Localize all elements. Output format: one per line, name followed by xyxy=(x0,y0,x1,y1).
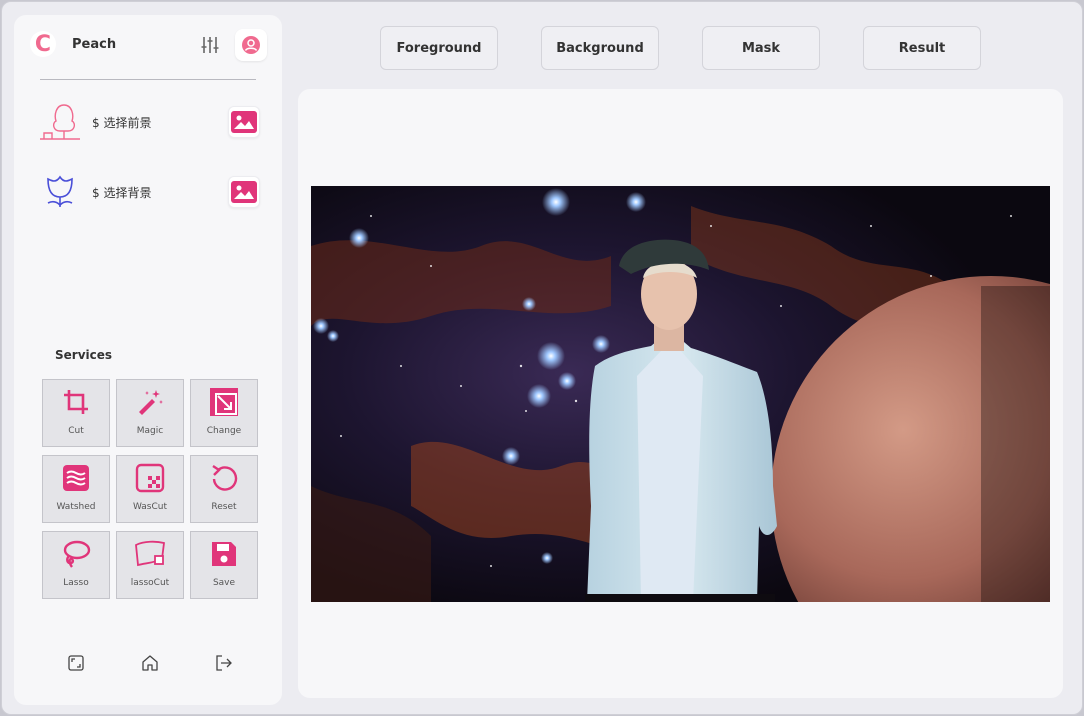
service-cut-button[interactable]: Cut xyxy=(42,379,110,447)
dashed-crop-icon xyxy=(134,462,166,494)
tab-result[interactable]: Result xyxy=(863,26,981,70)
service-lasso-button[interactable]: Lasso xyxy=(42,531,110,599)
service-label: Change xyxy=(206,426,242,436)
select-background-row: $ 选择背景 xyxy=(38,171,260,213)
service-change-button[interactable]: Change xyxy=(190,379,258,447)
app-window: C Peach $ 选择前景 $ 选择背景 Services Cut Magic… xyxy=(1,1,1083,715)
services-title: Services xyxy=(55,348,113,362)
brand: C Peach xyxy=(30,31,116,57)
service-reset-button[interactable]: Reset xyxy=(190,455,258,523)
peach-logo-icon: C xyxy=(30,31,56,57)
crop-icon xyxy=(60,386,92,418)
service-save-button[interactable]: Save xyxy=(190,531,258,599)
select-background-button[interactable] xyxy=(228,176,260,208)
app-name: Peach xyxy=(72,36,117,52)
sliders-icon xyxy=(201,37,219,53)
lotus-icon xyxy=(38,171,82,213)
select-background-label: $ 选择背景 xyxy=(92,185,152,200)
reset-icon xyxy=(208,462,240,494)
service-label: lassoCut xyxy=(130,578,170,588)
service-watshed-button[interactable]: Watshed xyxy=(42,455,110,523)
service-label: Lasso xyxy=(63,578,89,588)
service-label: Save xyxy=(212,578,236,588)
bottom-nav xyxy=(64,651,236,675)
services-grid: Cut Magic Change Watshed WasCut Reset La… xyxy=(42,379,258,599)
service-label: Cut xyxy=(68,426,84,436)
image-icon xyxy=(231,111,257,133)
service-label: Reset xyxy=(211,502,237,512)
tab-foreground[interactable]: Foreground xyxy=(380,26,498,70)
service-label: Magic xyxy=(136,426,164,436)
result-image xyxy=(311,186,1050,602)
tab-mask[interactable]: Mask xyxy=(702,26,820,70)
sidebar-divider xyxy=(40,79,256,80)
logout-icon[interactable] xyxy=(212,651,236,675)
select-foreground-row: $ 选择前景 xyxy=(38,101,260,143)
service-label: Watshed xyxy=(56,502,96,512)
select-foreground-button[interactable] xyxy=(228,106,260,138)
magic-wand-icon xyxy=(134,386,166,418)
space-scene-with-person-image xyxy=(311,186,1050,602)
service-label: WasCut xyxy=(132,502,168,512)
home-icon[interactable] xyxy=(138,651,162,675)
select-foreground-label: $ 选择前景 xyxy=(92,115,152,130)
service-magic-button[interactable]: Magic xyxy=(116,379,184,447)
service-wascut-button[interactable]: WasCut xyxy=(116,455,184,523)
resize-icon xyxy=(208,386,240,418)
image-icon xyxy=(231,181,257,203)
save-icon xyxy=(208,538,240,570)
settings-sliders-button[interactable] xyxy=(195,30,225,60)
fullscreen-icon[interactable] xyxy=(64,651,88,675)
lasso-icon xyxy=(60,538,92,570)
user-avatar-icon xyxy=(242,36,260,54)
tree-icon xyxy=(38,101,82,143)
waves-icon xyxy=(60,462,92,494)
lasso-cut-icon xyxy=(134,538,166,570)
sidebar: C Peach $ 选择前景 $ 选择背景 Services Cut Magic… xyxy=(14,15,282,705)
canvas-panel xyxy=(298,89,1063,698)
view-tabs: Foreground Background Mask Result xyxy=(380,26,981,70)
user-profile-button[interactable] xyxy=(235,29,267,61)
tab-background[interactable]: Background xyxy=(541,26,659,70)
service-lassocut-button[interactable]: lassoCut xyxy=(116,531,184,599)
